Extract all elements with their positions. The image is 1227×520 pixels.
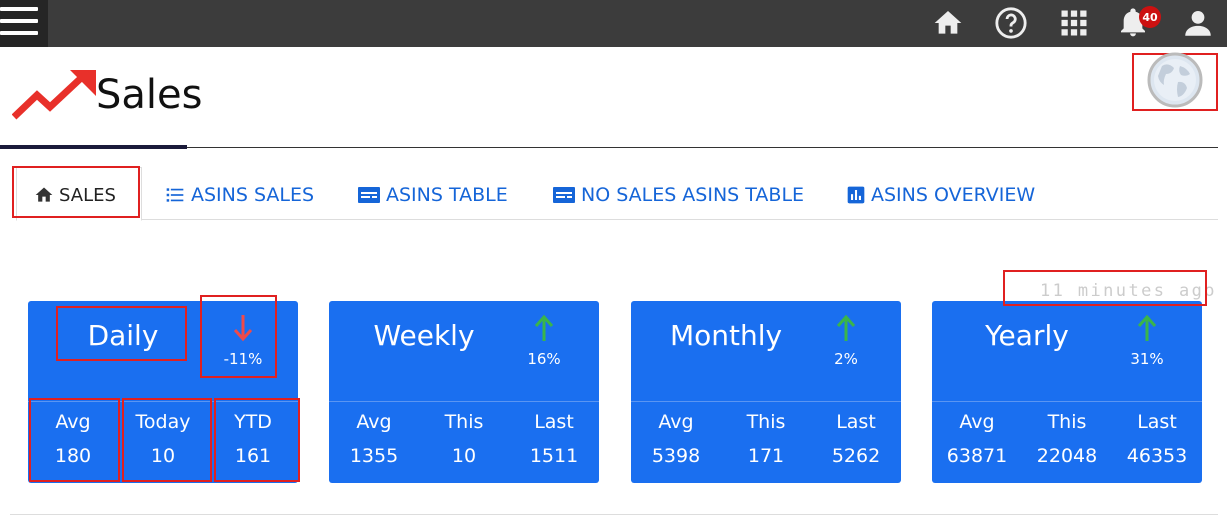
table-icon [358, 187, 380, 203]
stat-value: 5398 [651, 445, 701, 467]
card-change-percent: -11% [223, 350, 263, 368]
stat-label: This [444, 411, 484, 433]
stat-label: Last [836, 411, 876, 433]
stat-label: Avg [55, 411, 91, 433]
card-change-percent: 31% [1130, 350, 1164, 368]
trending-up-arrow-icon [11, 70, 98, 126]
home-icon[interactable] [929, 4, 967, 42]
stat-value: 1511 [529, 445, 579, 467]
list-icon [166, 188, 184, 202]
top-navbar [0, 0, 1227, 47]
last-updated-text: 11 minutes ago [1040, 281, 1217, 301]
apps-grid-icon[interactable] [1055, 4, 1093, 42]
table-icon [553, 187, 575, 203]
bar-chart-icon [847, 186, 865, 204]
globe-button[interactable] [1132, 52, 1218, 112]
tabs-border [141, 219, 1218, 220]
tab-label: SALES [59, 184, 116, 206]
card-divider [329, 401, 599, 402]
weekly-sales-card: Weekly 16% Avg This Last 1355 10 1511 [329, 301, 599, 483]
stat-label: Avg [658, 411, 694, 433]
stat-label: Last [1137, 411, 1177, 433]
title-accent-bar [0, 145, 187, 149]
card-period: Weekly [373, 319, 475, 352]
tab-no-sales-asins-table[interactable]: NO SALES ASINS TABLE [552, 182, 804, 208]
notification-badge: 40 [1139, 6, 1161, 28]
card-divider [28, 401, 298, 402]
home-icon [35, 187, 53, 202]
card-change-percent: 2% [834, 350, 858, 368]
stat-value: 1355 [349, 445, 399, 467]
trend-up-arrow-icon [829, 313, 863, 343]
tab-sales[interactable]: SALES [34, 182, 116, 208]
card-period: Monthly [669, 319, 783, 352]
card-divider [932, 401, 1202, 402]
daily-sales-card: Daily -11% Avg Today YTD 180 10 161 [28, 301, 298, 483]
stat-value: 46353 [1126, 445, 1188, 467]
card-divider [631, 401, 901, 402]
globe-icon [1144, 52, 1206, 112]
tab-label: ASINS OVERVIEW [871, 184, 1036, 206]
tab-asins-sales[interactable]: ASINS SALES [164, 182, 314, 208]
monthly-sales-card: Monthly 2% Avg This Last 5398 171 5262 [631, 301, 901, 483]
trend-up-arrow-icon [1130, 313, 1164, 343]
tab-asins-overview[interactable]: ASINS OVERVIEW [846, 182, 1035, 208]
stat-label: Avg [959, 411, 995, 433]
stat-label: Today [135, 411, 191, 433]
trend-up-arrow-icon [527, 313, 561, 343]
stat-label: This [1047, 411, 1087, 433]
tab-label: ASINS TABLE [386, 184, 508, 206]
trend-down-arrow-icon [226, 313, 260, 343]
stat-label: YTD [234, 411, 272, 433]
stat-value: 22048 [1036, 445, 1098, 467]
stat-value: 5262 [831, 445, 881, 467]
bottom-divider [10, 514, 1218, 515]
hamburger-menu-icon[interactable] [0, 0, 48, 47]
stat-value: 10 [150, 445, 176, 467]
yearly-sales-card: Yearly 31% Avg This Last 63871 22048 463… [932, 301, 1202, 483]
stat-value: 171 [747, 445, 785, 467]
stat-value: 180 [54, 445, 92, 467]
card-change-percent: 16% [527, 350, 561, 368]
card-period: Yearly [985, 319, 1069, 352]
stat-label: Last [534, 411, 574, 433]
tab-asins-table[interactable]: ASINS TABLE [357, 182, 508, 208]
stat-value: 161 [234, 445, 272, 467]
card-period: Daily [87, 319, 159, 352]
stat-label: This [746, 411, 786, 433]
stat-label: Avg [356, 411, 392, 433]
user-icon[interactable] [1179, 4, 1217, 42]
tab-label: ASINS SALES [191, 184, 315, 206]
help-icon[interactable] [992, 4, 1030, 42]
stat-value: 63871 [946, 445, 1008, 467]
stat-value: 10 [451, 445, 477, 467]
tab-label: NO SALES ASINS TABLE [581, 184, 805, 206]
page-title: Sales [96, 72, 203, 118]
